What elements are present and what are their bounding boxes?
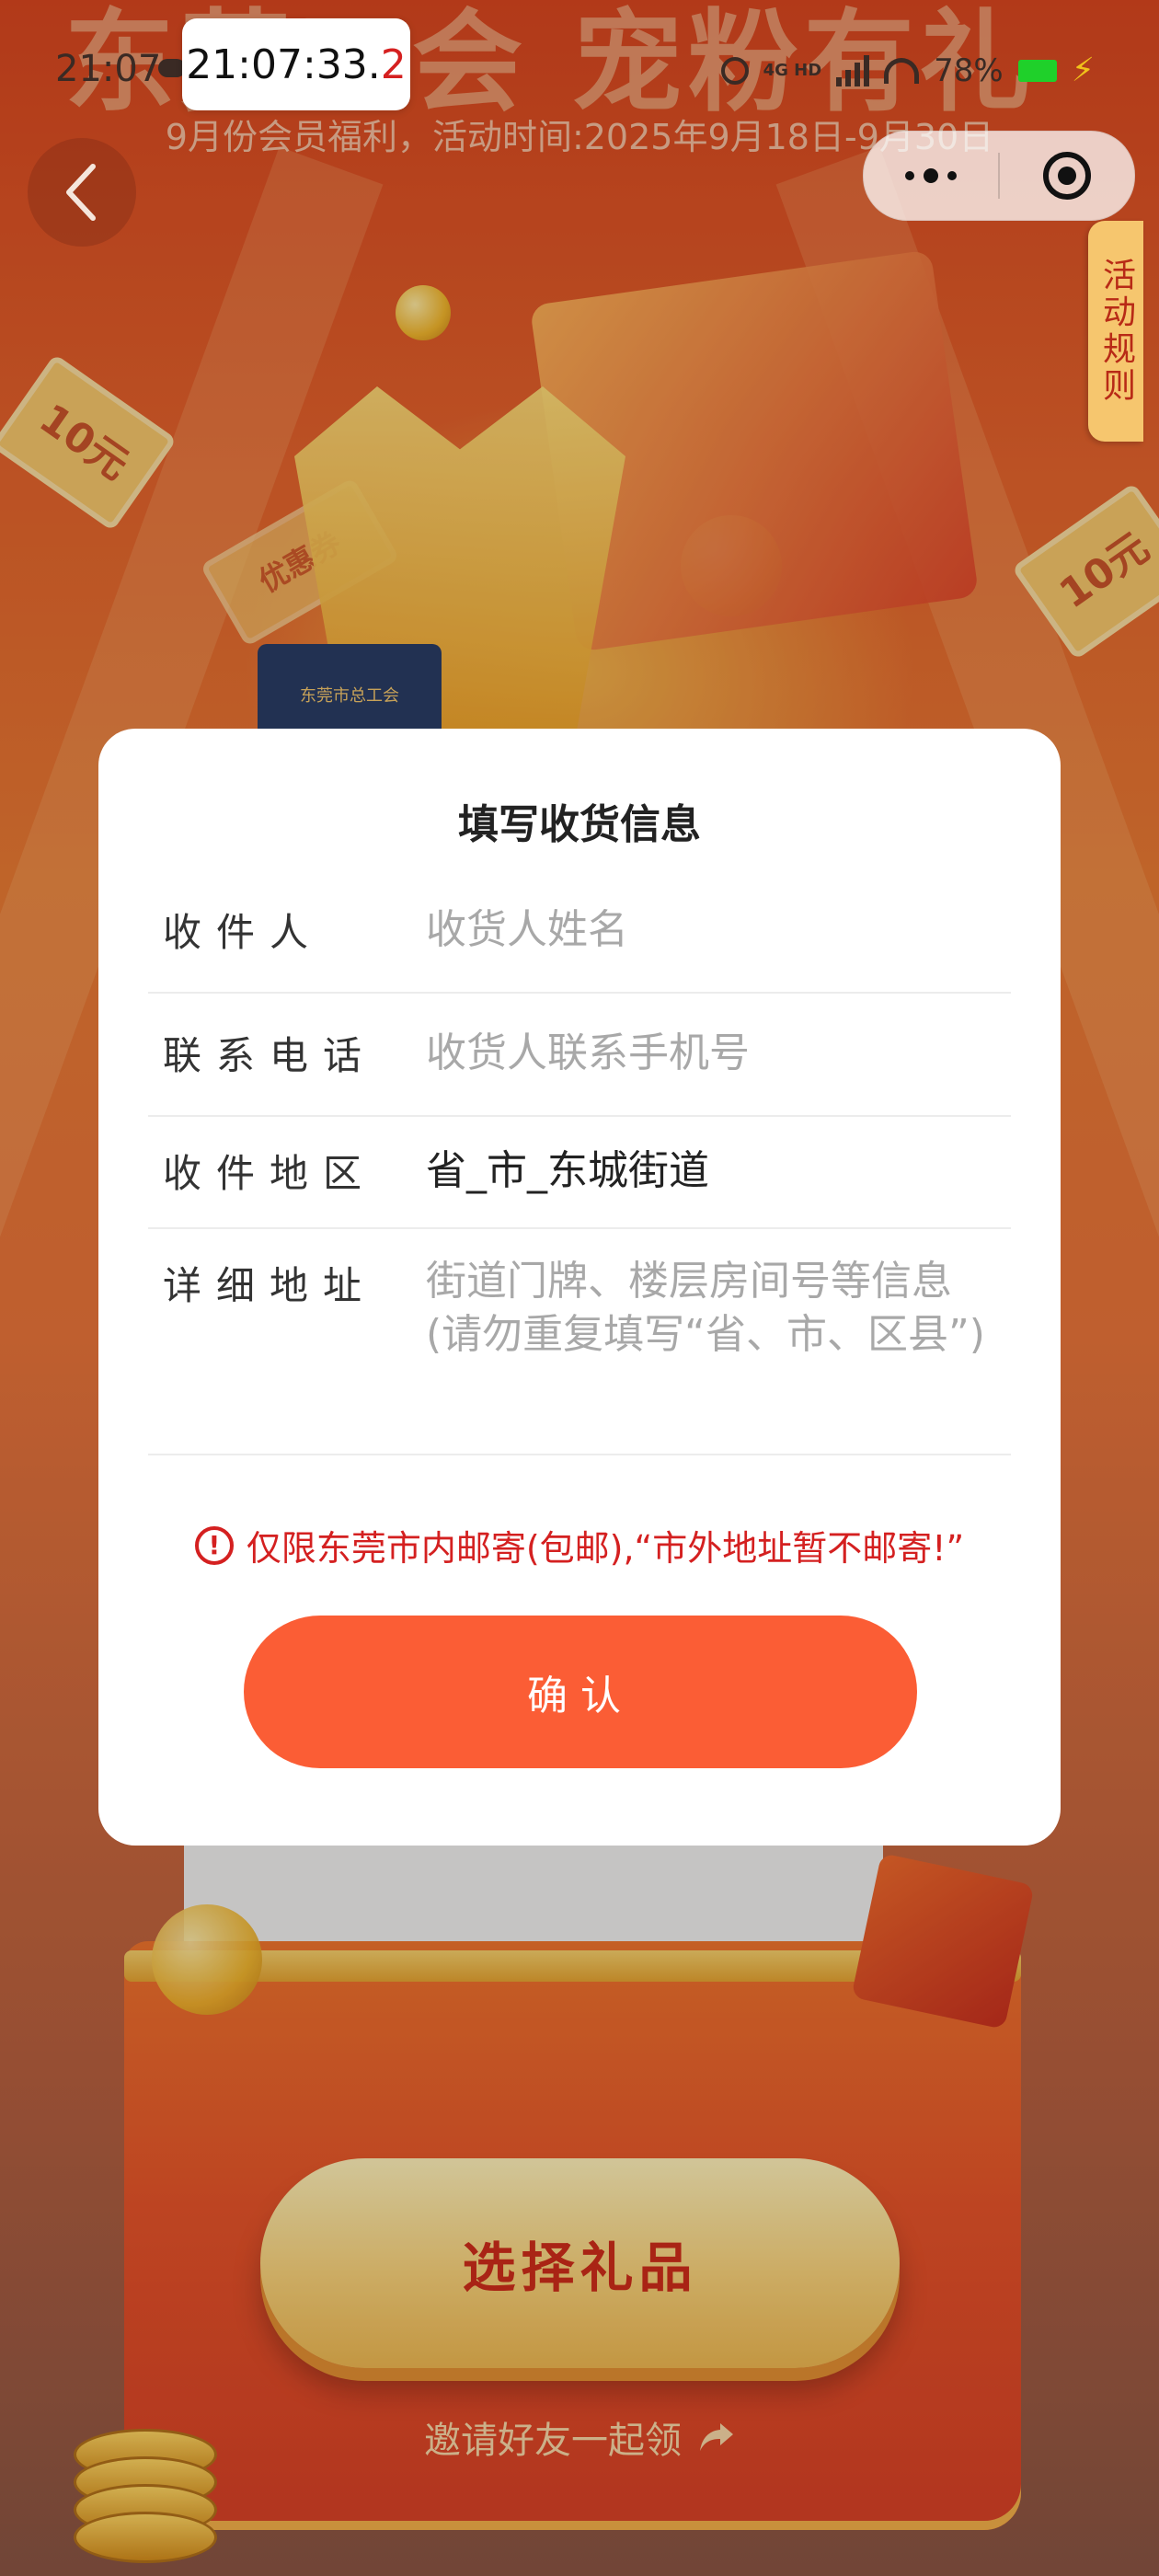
target-icon <box>1043 152 1091 200</box>
network-label: 4G HD <box>763 60 822 80</box>
status-time: 21:07 <box>55 48 162 90</box>
notice-text: 仅限东莞市内邮寄(包邮),“市外地址暂不邮寄!” <box>246 1528 965 1569</box>
wifi-icon <box>884 57 920 84</box>
close-miniprogram-button[interactable] <box>1000 132 1134 220</box>
more-button[interactable] <box>864 132 998 220</box>
form-row-region: 收件地区 省_市_东城街道 <box>148 1115 1011 1229</box>
confirm-button[interactable]: 确认 <box>244 1616 917 1768</box>
phone-label: 联系电话 <box>163 1033 377 1078</box>
more-icon <box>905 168 957 183</box>
recipient-name-input[interactable]: 收货人姓名 <box>426 903 996 957</box>
region-label: 收件地区 <box>163 1151 377 1196</box>
battery-icon <box>1017 59 1057 82</box>
address-textarea[interactable]: 街道门牌、楼层房间号等信息(请勿重复填写“省、市、区县”) <box>426 1255 996 1362</box>
status-bar: 21:07 21:07:33. 2 4G HD 78% ⚡ <box>0 0 1159 138</box>
region-select[interactable]: 省_市_东城街道 <box>426 1144 996 1198</box>
clock-main: 21:07:33. <box>186 40 381 88</box>
signal-icon <box>836 54 870 86</box>
clock-overlay: 21:07:33. 2 <box>182 18 410 110</box>
form-row-recipient: 收件人 收货人姓名 <box>148 868 1011 994</box>
dialog-title: 填写收货信息 <box>458 801 701 848</box>
form-row-address: 详细地址 街道门牌、楼层房间号等信息(请勿重复填写“省、市、区县”) <box>148 1227 1011 1455</box>
miniprogram-capsule <box>863 131 1135 221</box>
address-label: 详细地址 <box>163 1263 377 1308</box>
back-button[interactable] <box>28 138 136 247</box>
charging-bolt-icon: ⚡ <box>1071 52 1095 89</box>
form-row-phone: 联系电话 收货人联系手机号 <box>148 992 1011 1117</box>
activity-rules-tab[interactable]: 活动规则 <box>1088 221 1143 442</box>
shipping-notice: ! 仅限东莞市内邮寄(包邮),“市外地址暂不邮寄!” <box>98 1520 1061 1570</box>
clock-tail: 2 <box>380 40 407 88</box>
status-icons: 4G HD 78% ⚡ <box>720 52 1095 89</box>
shipping-info-dialog: 填写收货信息 收件人 收货人姓名 联系电话 收货人联系手机号 收件地区 省_市_… <box>98 729 1061 1846</box>
recipient-label: 收件人 <box>163 910 324 955</box>
alarm-icon <box>720 56 749 85</box>
phone-input[interactable]: 收货人联系手机号 <box>426 1027 996 1080</box>
battery-percent: 78% <box>934 52 1004 89</box>
back-chevron-icon <box>66 164 96 221</box>
warning-circle-icon: ! <box>194 1525 234 1565</box>
